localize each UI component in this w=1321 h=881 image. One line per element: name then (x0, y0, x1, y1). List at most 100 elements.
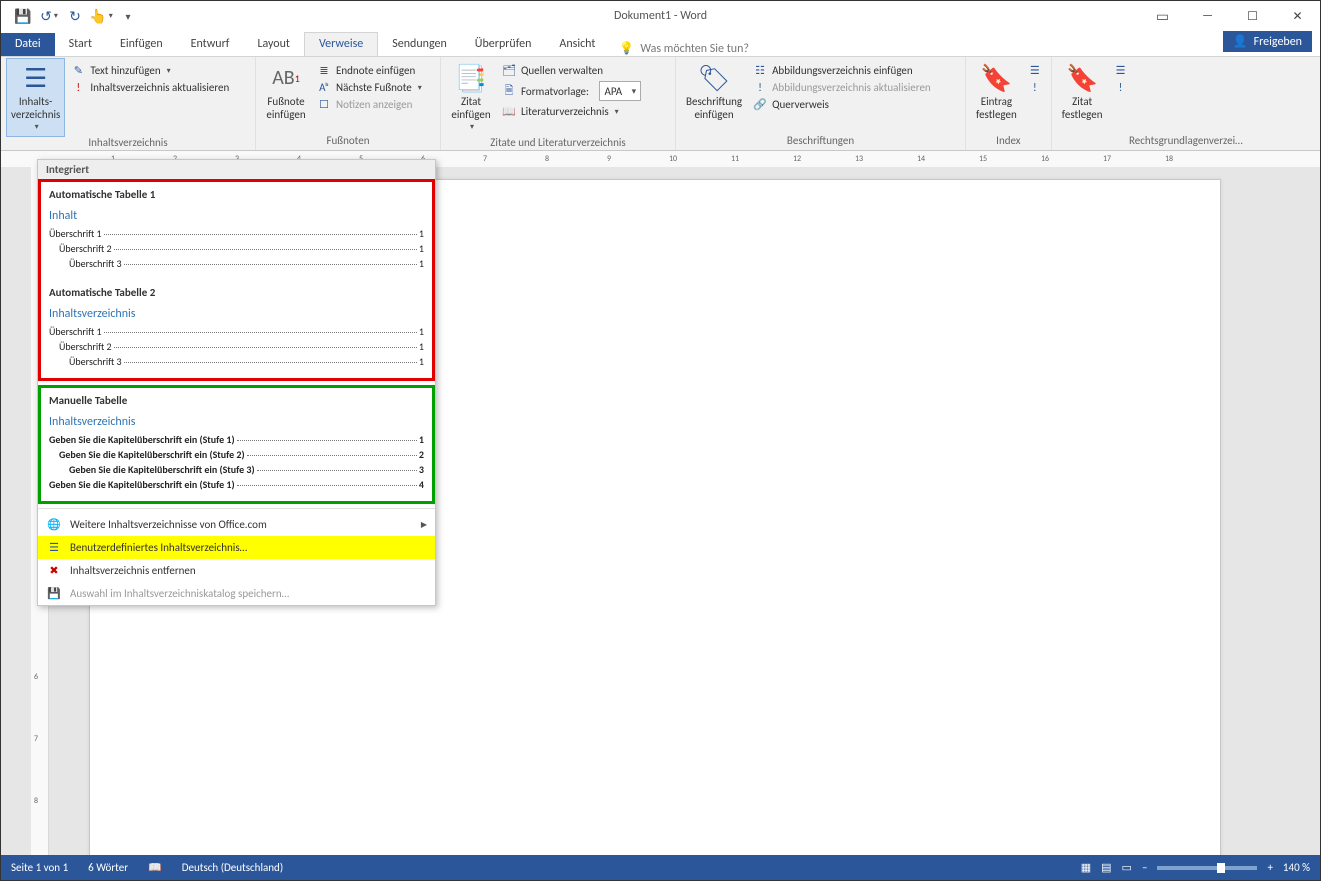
insert-figure-index-button[interactable]: ☷ Abbildungsverzeichnis einfügen (750, 63, 933, 78)
update-toc-label: Inhaltsverzeichnis aktualisieren (90, 81, 229, 94)
update-index-button[interactable]: ! (1025, 80, 1045, 95)
undo-button[interactable]: ↺▾ (37, 4, 61, 28)
tab-mailings[interactable]: Sendungen (378, 33, 461, 56)
insert-caption-button[interactable]: 🏷 Beschriftung einfügen (682, 59, 746, 123)
zoom-level[interactable]: 140 % (1283, 861, 1310, 874)
insert-citation-label: Zitat einfügen (451, 95, 490, 121)
toc-preview-line: Geben Sie die Kapitelüberschrift ein (St… (49, 433, 424, 446)
ribbon-display-options-button[interactable]: ▭ (1140, 1, 1185, 31)
insert-authorities-button[interactable]: ☰ (1111, 63, 1131, 78)
save-selection-icon: 💾 (46, 587, 62, 600)
add-text-button[interactable]: ✎Text hinzufügen▾ (68, 63, 231, 78)
index-entry-icon: 🔖 (980, 61, 1012, 95)
view-read-mode-button[interactable]: ▦ (1081, 861, 1091, 874)
insert-caption-label: Beschriftung einfügen (686, 95, 742, 121)
maximize-button[interactable]: ☐ (1230, 1, 1275, 31)
tell-me-search[interactable]: 💡 Was möchten Sie tun? (619, 41, 749, 56)
update-figure-index-button[interactable]: !Abbildungsverzeichnis aktualisieren (750, 80, 933, 95)
toc-preview-line: Überschrift 11 (49, 227, 424, 240)
ruler-tick: 17 (1103, 154, 1111, 164)
tab-review[interactable]: Überprüfen (461, 33, 546, 56)
ruler-tick: 14 (917, 154, 925, 164)
quick-access-toolbar: 💾 ↺▾ ↻ 👆▾ ▾ (11, 4, 139, 28)
view-web-layout-button[interactable]: ▭ (1122, 861, 1132, 874)
insert-citation-button[interactable]: 📑 Zitat einfügen▾ (447, 59, 495, 136)
citation-style-select[interactable]: APA (599, 81, 641, 101)
tab-design[interactable]: Entwurf (177, 33, 244, 56)
add-text-label: Text hinzufügen (90, 64, 160, 77)
mark-index-entry-button[interactable]: 🔖 Eintrag festlegen (972, 59, 1021, 123)
remove-toc-button[interactable]: ✖ Inhaltsverzeichnis entfernen (38, 559, 435, 582)
toc-button[interactable]: ☰ Inhalts- verzeichnis▾ (7, 59, 64, 136)
custom-toc-button[interactable]: ☰ Benutzerdefiniertes Inhaltsverzeichnis… (38, 536, 435, 559)
status-bar: Seite 1 von 1 6 Wörter 📖 Deutsch (Deutsc… (1, 855, 1320, 880)
tell-me-placeholder: Was möchten Sie tun? (640, 42, 749, 56)
tab-start[interactable]: Start (55, 33, 106, 56)
mark-index-entry-label: Eintrag festlegen (976, 95, 1017, 121)
insert-footnote-button[interactable]: AB1 Fußnote einfügen (262, 59, 310, 123)
ruler-tick: 10 (669, 154, 677, 164)
insert-figure-index-label: Abbildungsverzeichnis einfügen (772, 64, 913, 77)
vruler-tick: 8 (34, 796, 38, 806)
update-index-icon: ! (1027, 81, 1043, 94)
zoom-in-button[interactable]: + (1267, 861, 1272, 874)
lightbulb-icon: 💡 (619, 41, 634, 56)
manage-sources-button[interactable]: 🗂Quellen verwalten (499, 63, 643, 78)
toc-preview-line: Überschrift 31 (49, 257, 424, 270)
toc-preview-line: Überschrift 21 (49, 242, 424, 255)
qat-customize-button[interactable]: ▾ (115, 4, 139, 28)
remove-toc-icon: ✖ (46, 564, 62, 577)
citation-icon: 📑 (455, 61, 487, 95)
vruler-tick: 6 (34, 672, 38, 682)
chevron-right-icon: ▶ (421, 520, 427, 530)
tab-file[interactable]: Datei (1, 33, 55, 56)
group-footnotes: AB1 Fußnote einfügen ≣Endnote einfügen A… (256, 57, 441, 150)
show-notes-button[interactable]: ☐Notizen anzeigen (314, 97, 424, 112)
toc-preview-line: Geben Sie die Kapitelüberschrift ein (St… (49, 463, 424, 476)
touch-mode-button[interactable]: 👆▾ (89, 4, 113, 28)
update-authorities-button[interactable]: ! (1111, 80, 1131, 95)
ruler-tick: 7 (483, 154, 487, 164)
manage-sources-label: Quellen verwalten (521, 64, 603, 77)
status-language[interactable]: Deutsch (Deutschland) (172, 861, 293, 874)
share-button[interactable]: 👤 Freigeben (1223, 31, 1312, 52)
tab-layout[interactable]: Layout (243, 33, 304, 56)
insert-index-button[interactable]: ☰ (1025, 63, 1045, 78)
next-footnote-icon: Aᵇ (316, 81, 332, 94)
status-spellcheck-icon[interactable]: 📖 (138, 861, 172, 874)
group-citations-label: Zitate und Literaturverzeichnis (447, 136, 669, 152)
view-print-layout-button[interactable]: ▤ (1101, 861, 1111, 874)
redo-button[interactable]: ↻ (63, 4, 87, 28)
zoom-out-button[interactable]: – (1142, 861, 1147, 874)
zoom-slider[interactable] (1157, 866, 1257, 870)
footnote-superscript: 1 (295, 72, 300, 85)
tab-view[interactable]: Ansicht (545, 33, 609, 56)
group-authorities-label: Rechtsgrundlagenverzei… (1058, 134, 1314, 150)
cross-reference-button[interactable]: 🔗Querverweis (750, 97, 933, 112)
figure-index-icon: ☷ (752, 64, 768, 77)
insert-endnote-button[interactable]: ≣Endnote einfügen (314, 63, 424, 78)
bibliography-icon: 📖 (501, 105, 517, 118)
close-button[interactable]: ✕ (1275, 1, 1320, 31)
minimize-button[interactable]: — (1185, 1, 1230, 31)
remove-toc-label: Inhaltsverzeichnis entfernen (70, 564, 196, 577)
next-footnote-button[interactable]: AᵇNächste Fußnote▾ (314, 80, 424, 95)
toc-style-manual[interactable]: Manuelle Tabelle Inhaltsverzeichnis Gebe… (41, 388, 432, 501)
toc-style-auto1[interactable]: Automatische Tabelle 1 Inhalt Überschrif… (41, 182, 432, 280)
bibliography-button[interactable]: 📖Literaturverzeichnis▾ (499, 104, 643, 119)
save-button[interactable]: 💾 (11, 4, 35, 28)
update-figure-index-icon: ! (752, 81, 768, 94)
insert-footnote-label: Fußnote einfügen (266, 95, 305, 121)
update-authorities-icon: ! (1113, 81, 1129, 94)
update-toc-button[interactable]: !Inhaltsverzeichnis aktualisieren (68, 80, 231, 95)
status-page[interactable]: Seite 1 von 1 (1, 861, 78, 874)
group-toc-label: Inhaltsverzeichnis (7, 136, 249, 152)
more-toc-office-button[interactable]: 🌐 Weitere Inhaltsverzeichnisse von Offic… (38, 513, 435, 536)
vruler-tick: 7 (34, 734, 38, 744)
tab-references[interactable]: Verweise (304, 32, 378, 57)
mark-citation-button[interactable]: 🔖 Zitat festlegen (1058, 59, 1107, 123)
status-words[interactable]: 6 Wörter (78, 861, 138, 874)
save-selection-label: Auswahl im Inhaltsverzeichniskatalog spe… (70, 587, 289, 600)
toc-style-auto2[interactable]: Automatische Tabelle 2 Inhaltsverzeichni… (41, 280, 432, 378)
tab-insert[interactable]: Einfügen (106, 33, 177, 56)
